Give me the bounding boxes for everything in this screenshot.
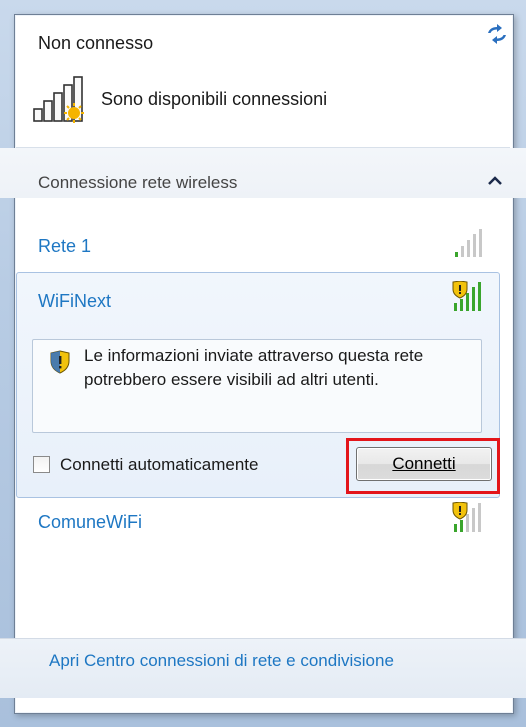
shield-warning-icon [50, 350, 70, 374]
chevron-up-icon[interactable] [488, 176, 502, 186]
auto-connect-checkbox[interactable] [33, 456, 50, 473]
section-title: Connessione rete wireless [38, 173, 238, 192]
secured-wifi-signal-icon [452, 281, 481, 311]
secured-wifi-signal-icon [452, 502, 481, 532]
signal-bars-sun-icon [33, 76, 84, 123]
status-title: Non connesso [38, 33, 154, 53]
available-connections-label: Sono disponibili connessioni [101, 89, 328, 109]
network-item-comunewifi[interactable]: ComuneWiFi [38, 512, 142, 533]
network-name: WiFiNext [38, 291, 111, 311]
connect-button-label: Connetti [392, 454, 456, 473]
network-sharing-center-link[interactable]: Apri Centro connessioni di rete e condiv… [49, 651, 394, 671]
auto-connect-label[interactable]: Connetti automaticamente [60, 455, 258, 475]
security-warning-text: Le informazioni inviate attraverso quest… [84, 346, 424, 389]
network-name: Rete 1 [38, 236, 92, 256]
wifi-signal-icon [455, 229, 482, 257]
connect-button[interactable]: Connetti [356, 447, 492, 481]
refresh-icon[interactable] [484, 24, 510, 44]
